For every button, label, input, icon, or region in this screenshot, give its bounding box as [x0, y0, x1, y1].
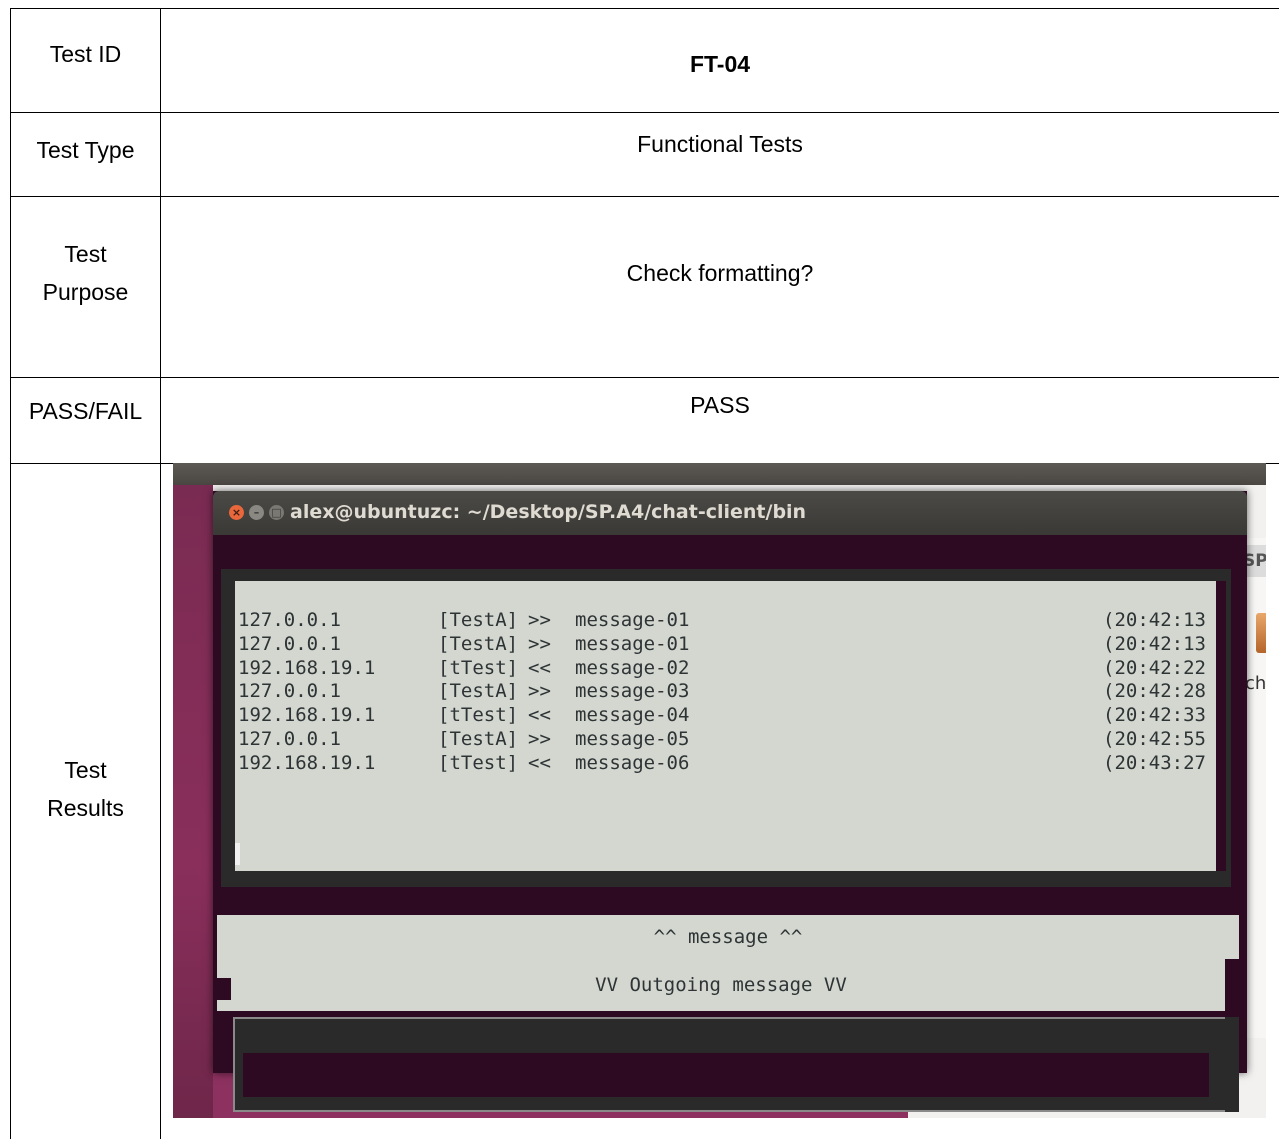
terminal-body: 127.0.0.1 [TestA] >> message-01 (20:42:13 127… — [217, 535, 1239, 1112]
desktop-top-strip — [173, 463, 1266, 485]
log-username: [tTest] — [438, 751, 519, 774]
label-test-results-text: Test Results — [47, 757, 124, 821]
row-test-id: Test ID FT-04 — [10, 8, 1279, 113]
log-direction: << — [528, 656, 551, 679]
log-username: [tTest] — [438, 656, 519, 679]
log-timestamp: (20:43:27 — [1103, 751, 1206, 774]
log-message: message-01 — [575, 609, 690, 631]
log-ip-address: 192.168.19.1 — [238, 704, 376, 727]
input-frame-top — [243, 1025, 1211, 1053]
log-ip-address: 192.168.19.1 — [238, 751, 376, 774]
window-title: alex@ubuntuzc: ~/Desktop/SP.A4/chat-clie… — [290, 501, 807, 523]
label-test-results: Test Results — [10, 463, 161, 1139]
label-test-purpose-text: Test Purpose — [42, 241, 129, 305]
row-test-purpose: Test Purpose Check formatting? — [10, 196, 1279, 378]
log-line: 127.0.0.1 [TestA] >> message-05 (20:42:55 — [238, 728, 1217, 752]
log-direction: >> — [528, 727, 551, 750]
log-direction: >> — [528, 632, 551, 655]
chat-log-area[interactable]: 127.0.0.1 [TestA] >> message-01 (20:42:13 127… — [231, 581, 1217, 871]
desktop-background — [173, 485, 213, 1118]
outgoing-message-input[interactable] — [243, 1053, 1209, 1097]
log-timestamp: (20:42:22 — [1103, 656, 1206, 679]
log-ip-address: 192.168.19.1 — [238, 656, 376, 679]
app-icon — [1256, 613, 1266, 653]
chat-log-panel: 127.0.0.1 [TestA] >> message-01 (20:42:13 127… — [221, 569, 1231, 887]
log-line: 127.0.0.1 [TestA] >> message-03 (20:42:28 — [238, 680, 1217, 704]
log-line: 127.0.0.1 [TestA] >> message-01 (20:42:13 — [238, 609, 1217, 633]
log-ip-address: 127.0.0.1 — [238, 632, 341, 655]
value-test-purpose: Check formatting? — [160, 196, 1279, 378]
results-screenshot: SP ch × – □ alex@ubuntuzc: ~/Desktop/SP.… — [173, 463, 1266, 1118]
log-username: [TestA] — [438, 609, 519, 631]
log-line: 192.168.19.1 [tTest] << message-04 (20:42:33 — [238, 704, 1217, 728]
cursor — [235, 843, 240, 865]
value-test-id: FT-04 — [160, 8, 1279, 113]
row-pass-fail: PASS/FAIL PASS — [10, 377, 1279, 464]
log-timestamp: (20:42:55 — [1103, 727, 1206, 750]
log-timestamp: (20:42:33 — [1103, 704, 1206, 727]
log-username: [tTest] — [438, 704, 519, 727]
label-test-type: Test Type — [10, 112, 161, 197]
panel-scrollbar[interactable] — [1216, 581, 1226, 871]
value-pass-fail: PASS — [160, 377, 1279, 464]
log-message: message-06 — [575, 751, 690, 774]
log-direction: >> — [528, 609, 551, 631]
background-window-text: ch — [1245, 673, 1266, 694]
log-ip-address: 127.0.0.1 — [238, 727, 341, 750]
label-test-purpose: Test Purpose — [10, 196, 161, 378]
log-direction: << — [528, 704, 551, 727]
log-line: 127.0.0.1 [TestA] >> message-01 (20:42:13 — [238, 633, 1217, 657]
log-timestamp: (20:42:13 — [1103, 609, 1206, 631]
log-ip-address: 127.0.0.1 — [238, 680, 341, 703]
log-username: [TestA] — [438, 727, 519, 750]
log-message: message-02 — [575, 656, 690, 679]
log-direction: << — [528, 751, 551, 774]
row-test-type: Test Type Functional Tests — [10, 112, 1279, 197]
label-test-id: Test ID — [10, 8, 161, 113]
log-message: message-03 — [575, 680, 690, 703]
chat-log: 127.0.0.1 [TestA] >> message-01 (20:42:13 127… — [238, 609, 1217, 776]
terminal-titlebar[interactable]: × – □ alex@ubuntuzc: ~/Desktop/SP.A4/cha… — [213, 491, 1247, 535]
divider-message: ^^ message ^^ — [217, 915, 1239, 959]
log-ip-address: 127.0.0.1 — [238, 609, 341, 631]
value-test-type: Functional Tests — [160, 112, 1279, 197]
input-frame-edge — [1225, 1017, 1239, 1112]
log-direction: >> — [528, 680, 551, 703]
log-message: message-04 — [575, 704, 690, 727]
minimize-icon[interactable]: – — [249, 505, 264, 520]
divider-outgoing: VV Outgoing message VV — [217, 959, 1225, 1011]
divider-marker — [217, 978, 231, 1000]
terminal-window: × – □ alex@ubuntuzc: ~/Desktop/SP.A4/cha… — [213, 491, 1247, 1112]
divider-outgoing-label: VV Outgoing message VV — [595, 974, 847, 996]
log-username: [TestA] — [438, 680, 519, 703]
log-timestamp: (20:42:28 — [1103, 680, 1206, 703]
log-timestamp: (20:42:13 — [1103, 632, 1206, 655]
log-line: 192.168.19.1 [tTest] << message-06 (20:43:27 — [238, 752, 1217, 776]
maximize-icon[interactable]: □ — [269, 505, 284, 520]
outgoing-message-panel — [233, 1017, 1227, 1112]
log-message: message-05 — [575, 727, 690, 750]
log-message: message-01 — [575, 632, 690, 655]
log-line: 192.168.19.1 [tTest] << message-02 (20:42:22 — [238, 657, 1217, 681]
close-icon[interactable]: × — [229, 505, 244, 520]
log-username: [TestA] — [438, 632, 519, 655]
label-pass-fail: PASS/FAIL — [10, 377, 161, 464]
